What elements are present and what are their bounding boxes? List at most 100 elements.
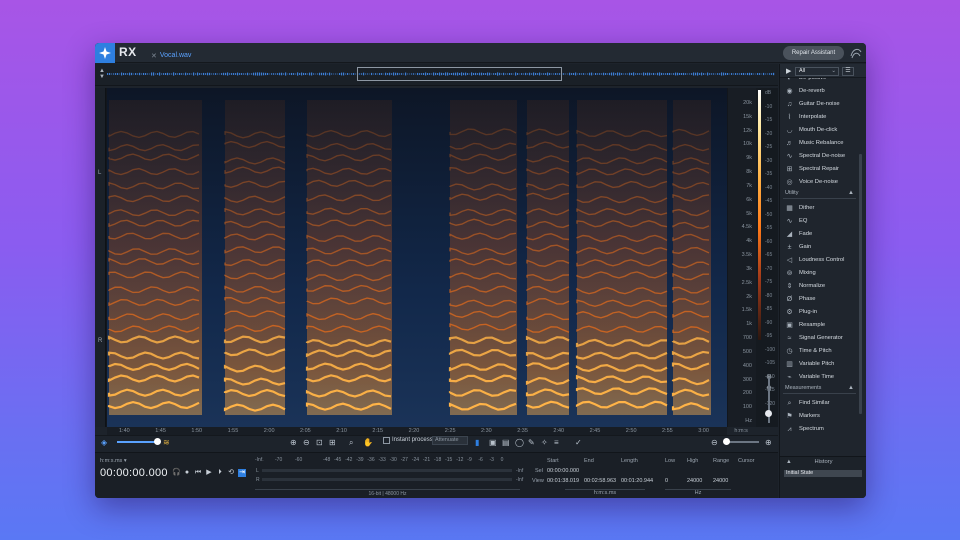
module-item[interactable]: ♫ Guitar De-noise (785, 98, 859, 110)
module-list-menu-icon[interactable]: ☰ (842, 67, 854, 76)
module-item[interactable]: ▦ Dither (785, 202, 859, 214)
zoom-selection-icon[interactable]: ⊡ (316, 438, 323, 448)
sel-start-value[interactable]: 00:00:00.000 (547, 468, 579, 474)
module-item[interactable]: ▤Waveform Stats (785, 436, 859, 438)
module-item[interactable]: ∿ EQ (785, 215, 859, 227)
rx-logo-icon[interactable] (95, 43, 115, 63)
collapse-history-icon[interactable]: ▲ (786, 459, 792, 465)
module-item[interactable]: ◁ Loudness Control (785, 254, 859, 266)
module-section-header[interactable]: Measurements ▲ (783, 385, 856, 394)
module-item[interactable]: ◐ De-plosive (785, 78, 859, 84)
magic-wand-icon[interactable]: ✧ (541, 438, 548, 448)
rect-select-tool-icon[interactable]: ▣ (489, 438, 497, 448)
time-tick-label: 2:05 (300, 428, 311, 434)
time-zoom-slider[interactable] (725, 441, 759, 443)
collapse-section-icon[interactable]: ▲ (848, 190, 854, 196)
module-item[interactable]: ⊚ Mixing (785, 267, 859, 279)
module-item[interactable]: Ø Phase (785, 293, 859, 305)
view-start-value[interactable]: 00:01:38.019 (547, 478, 579, 484)
loop-icon[interactable]: ⟲ (227, 469, 235, 477)
harmonic-select-icon[interactable]: ≡ (554, 438, 559, 448)
variable-time-icon: ⌁ (787, 373, 792, 381)
module-item[interactable]: ⌇ Interpolate (785, 111, 859, 123)
module-item[interactable]: ⚑ Markers (785, 410, 859, 422)
module-item[interactable]: ◡ Mouth De-click (785, 124, 859, 136)
collapse-section-icon[interactable]: ▲ (848, 385, 854, 391)
zoom-in-icon[interactable]: ⊕ (290, 438, 297, 448)
repair-assistant-button[interactable]: Repair Assistant (783, 46, 844, 60)
module-item[interactable]: ∿ Spectral De-noise (785, 150, 859, 162)
history-header[interactable]: ▲ History (780, 459, 866, 468)
module-item[interactable]: ≈ Signal Generator (785, 332, 859, 344)
swirl-icon[interactable] (849, 46, 863, 60)
module-item[interactable]: ± Gain (785, 241, 859, 253)
row-sel-label: Sel (535, 468, 543, 474)
spectrogram-area: L R 20k 15k 12k 10k 9k 8k 7k 6k 5k 4.5k 4k 3.5k 3k 2.… (95, 88, 778, 427)
signal-icon: ≈ (787, 334, 792, 342)
module-item[interactable]: ◢ Fade (785, 228, 859, 240)
process-mode-select[interactable]: Attenuate (432, 436, 468, 445)
module-item[interactable]: ◉ De-reverb (785, 85, 859, 97)
hand-tool-icon[interactable]: ✋ (363, 438, 373, 448)
frequency-tick-label: 2.5k (741, 279, 752, 286)
module-item[interactable]: ⚙ Plug-in (785, 306, 859, 318)
brush-tool-icon[interactable]: ✎ (528, 438, 535, 448)
overview-view-selection[interactable] (357, 67, 562, 81)
frequency-ruler[interactable]: 20k 15k 12k 10k 9k 8k 7k 6k 5k 4.5k 4k 3.5k 3k 2.5k 2k… (728, 88, 756, 427)
waveform-spectrogram-slider[interactable] (117, 441, 157, 443)
frequency-tick-label: 15k (743, 113, 752, 120)
module-list-scrollbar[interactable] (859, 154, 862, 414)
vertical-zoom-knob[interactable] (765, 410, 772, 417)
db-tick-label: -70 (765, 265, 773, 272)
rewind-icon[interactable]: ⏮ (194, 469, 202, 477)
play-selection-icon[interactable]: ⏵ (216, 469, 224, 477)
time-select-tool-icon[interactable]: ▮ (475, 438, 479, 448)
module-item[interactable]: ◎ Voice De-noise (785, 176, 859, 188)
zoom-in-time-icon[interactable]: ⊕ (765, 438, 772, 448)
waveform-toggle-icon[interactable]: ◈ (101, 438, 107, 448)
module-play-icon[interactable]: ▶ (786, 67, 791, 75)
close-tab-icon[interactable]: ✕ (151, 52, 157, 60)
module-filter-select[interactable]: All ⌄ (795, 67, 839, 76)
time-zoom-knob[interactable] (723, 438, 730, 445)
view-low-value[interactable]: 0 (665, 478, 668, 484)
module-item[interactable]: ⌕ Find Similar (785, 397, 859, 409)
view-high-value[interactable]: 24000 (687, 478, 702, 484)
lasso-tool-icon[interactable]: ◯ (515, 438, 524, 448)
magnify-icon[interactable]: ⌕ (349, 438, 353, 448)
waveform-spectrogram-knob[interactable] (154, 438, 161, 445)
module-item[interactable]: ♬ Music Rebalance (785, 137, 859, 149)
module-item[interactable]: ⌁ Variable Time (785, 371, 859, 383)
file-tab[interactable]: ✕ Vocal.wav (145, 48, 197, 63)
record-icon[interactable]: ● (183, 469, 191, 477)
zoom-fit-icon[interactable]: ⊞ (329, 438, 336, 448)
waveform-overview[interactable]: ▲ ▼ (95, 64, 778, 86)
fx-tool-icon[interactable]: ✓ (575, 438, 582, 448)
monitor-icon[interactable]: 🎧 (172, 469, 181, 477)
time-format-select[interactable]: h:m:s.ms ▾ (100, 458, 127, 464)
zoom-out-time-icon[interactable]: ⊖ (711, 438, 718, 448)
view-range-value[interactable]: 24000 (713, 478, 728, 484)
meter-scale-label: -39 (356, 457, 364, 463)
spectrogram-display[interactable] (107, 88, 727, 427)
freq-select-tool-icon[interactable]: ▤ (502, 438, 510, 448)
module-item-label: Spectrum (799, 426, 824, 432)
instant-process-checkbox[interactable] (383, 437, 390, 444)
module-item[interactable]: ◷ Time & Pitch (785, 345, 859, 357)
transport-bar: h:m:s.ms ▾ 00:00:00.000 🎧 ● ⏮ ▶ ⏵ ⟲ ⇥ -I… (95, 452, 778, 498)
module-item[interactable]: ▣ Resample (785, 319, 859, 331)
play-icon[interactable]: ▶ (205, 469, 213, 477)
module-item[interactable]: ⊞ Spectral Repair (785, 163, 859, 175)
view-end-value[interactable]: 00:02:58.963 (584, 478, 616, 484)
instant-play-icon[interactable]: ⇥ (238, 469, 246, 477)
module-section-header[interactable]: Utility ▲ (783, 190, 856, 199)
module-item[interactable]: ⇕ Normalize (785, 280, 859, 292)
history-item[interactable]: Initial State (784, 470, 862, 477)
zoom-out-icon[interactable]: ⊖ (303, 438, 310, 448)
module-item[interactable]: ⩘ Spectrum (785, 423, 859, 435)
collapse-arrows-icon[interactable]: ▲ ▼ (98, 68, 106, 82)
spectrogram-toggle-icon[interactable]: ≋ (163, 438, 170, 448)
module-item[interactable]: ▥ Variable Pitch (785, 358, 859, 370)
view-length-value[interactable]: 00:01:20.944 (621, 478, 653, 484)
markers-icon: ⚑ (786, 412, 793, 420)
